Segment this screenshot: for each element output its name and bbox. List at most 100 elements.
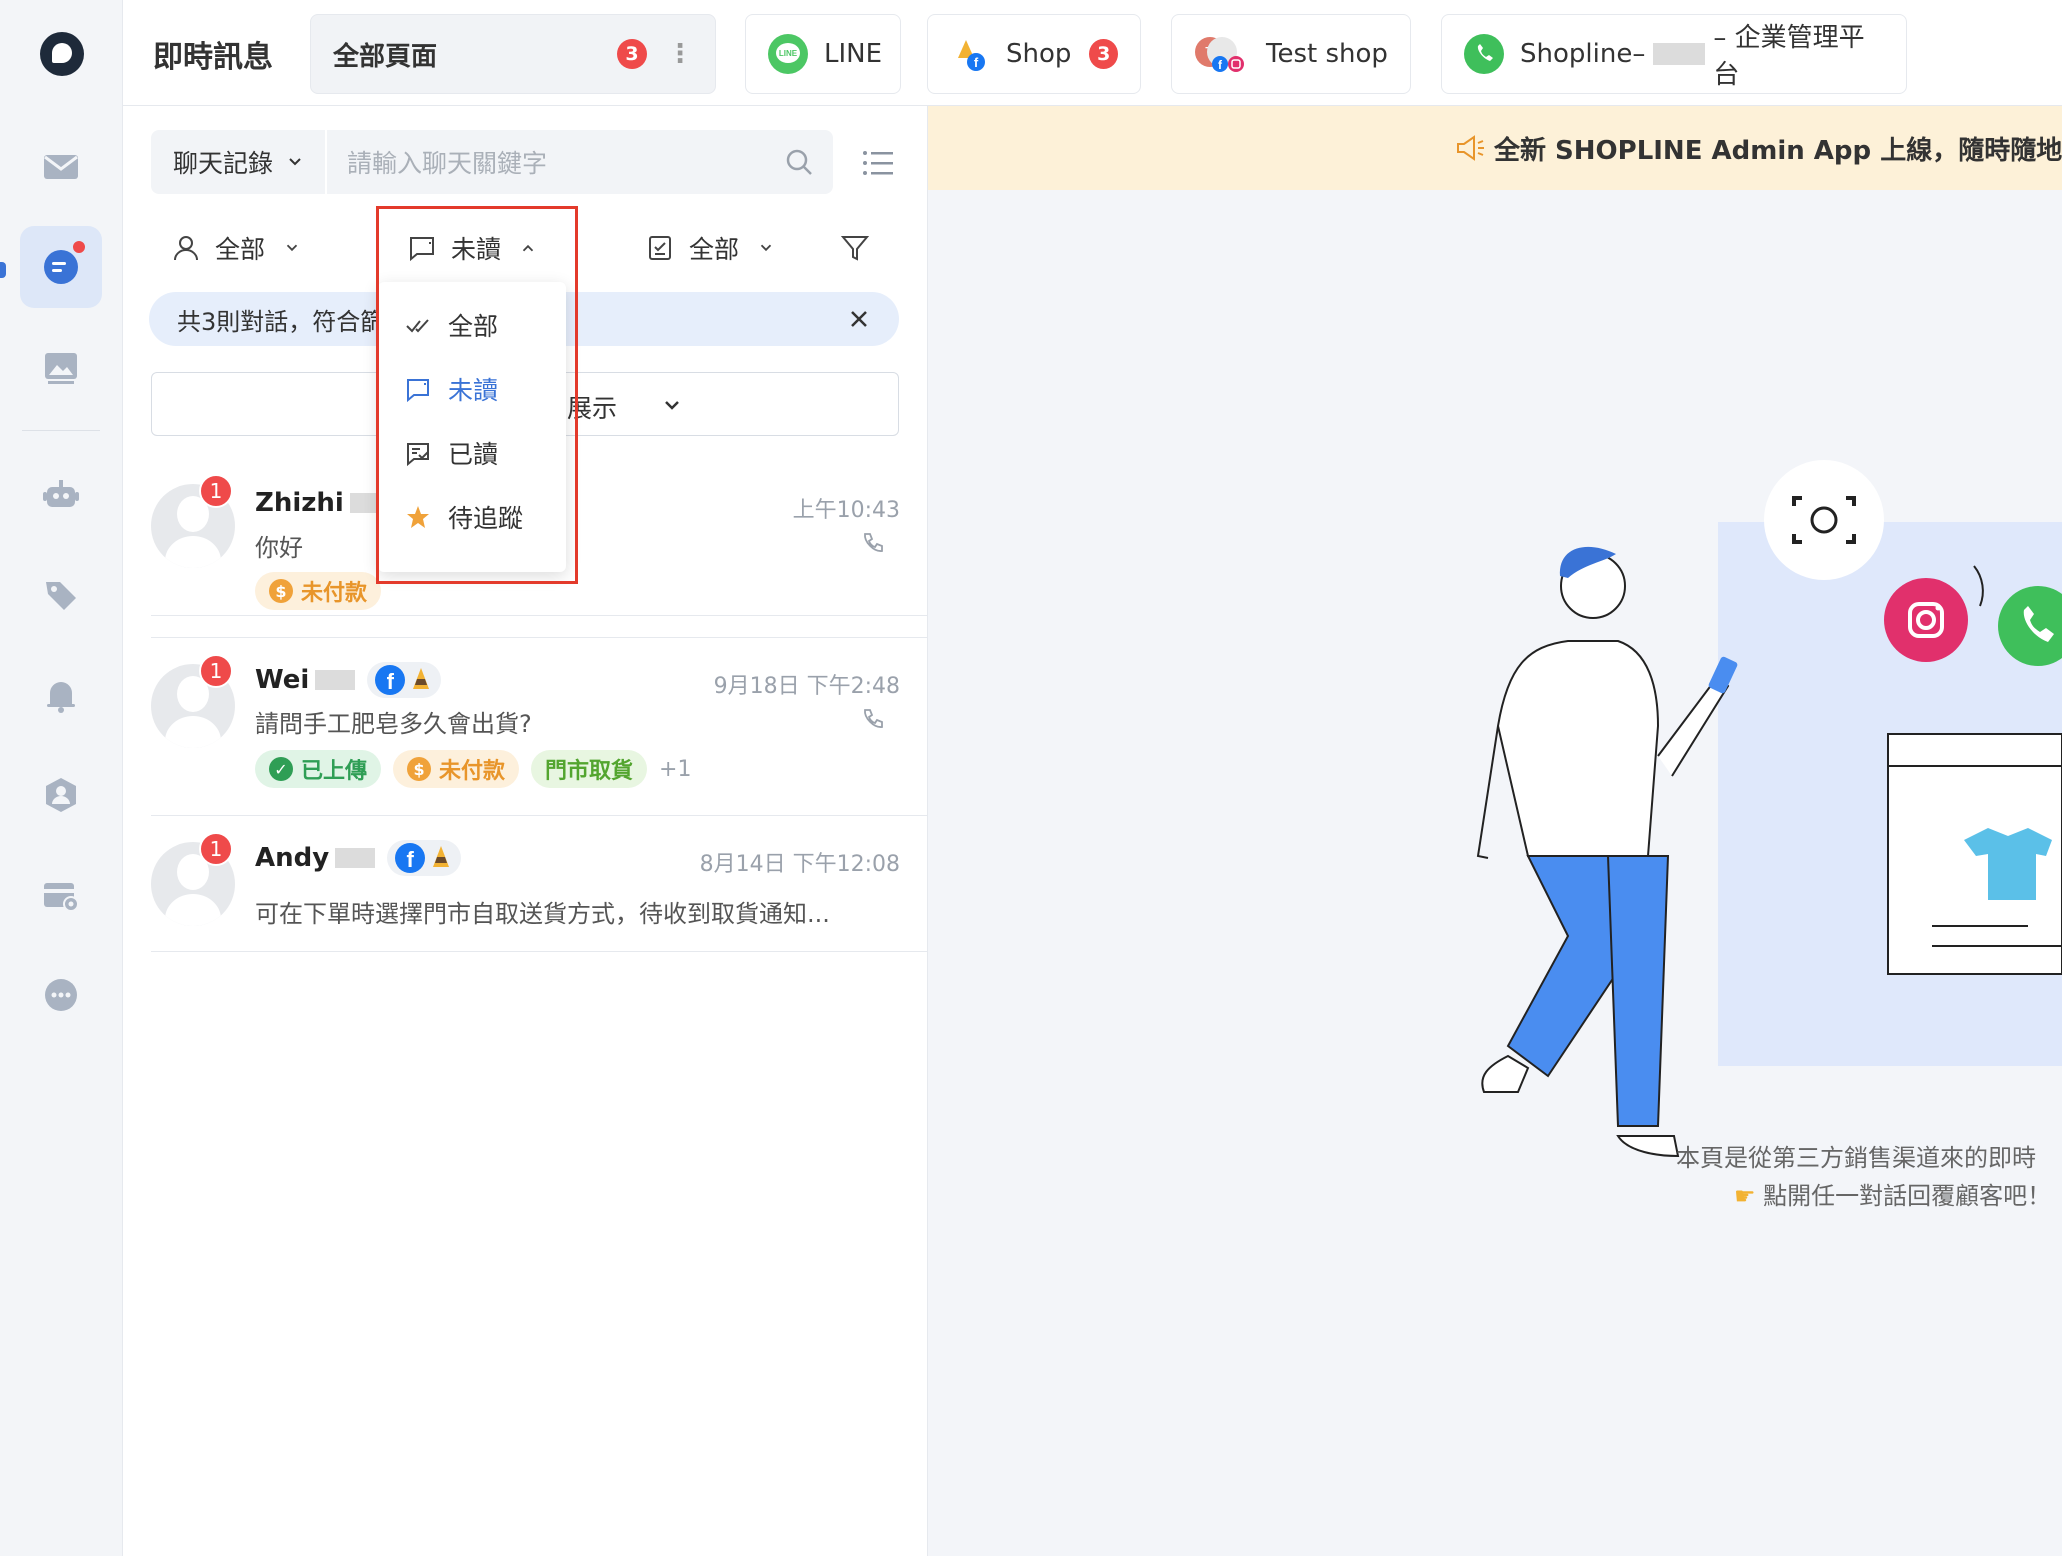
rail-media-icon[interactable] (20, 326, 102, 408)
search-bar: 聊天記錄 請輸入聊天關鍵字 (151, 130, 833, 194)
dollar-icon: $ (269, 579, 293, 603)
rail-divider (22, 430, 100, 431)
assignee-filter[interactable]: 全部 (171, 218, 315, 278)
chevron-down-icon (760, 244, 772, 252)
shop-channel-icon (433, 846, 450, 867)
check-icon: ✓ (269, 757, 293, 781)
channel-icons: f (387, 840, 462, 876)
redacted-block (1653, 43, 1706, 65)
rail-tag-icon[interactable] (20, 554, 102, 636)
search-scope-select[interactable]: 聊天記錄 (151, 130, 327, 194)
contact-name: Andy (255, 843, 330, 873)
shop-channel-icon (413, 668, 430, 689)
rail-more-icon[interactable] (20, 954, 102, 1036)
conversation-name: Zhizhi (255, 488, 390, 518)
filter-summary-text: 共3則對話，符合篩 (177, 307, 385, 336)
filter-row: 全部 未讀 全部 (151, 218, 911, 278)
search-scope-label: 聊天記錄 (173, 149, 274, 178)
tab-test-shop[interactable]: Tf Test shop (1171, 14, 1411, 94)
dropdown-option-read[interactable]: 已讀 (404, 428, 498, 478)
dropdown-option-unread[interactable]: 未讀 (404, 364, 498, 414)
line-icon: LINE (768, 34, 808, 74)
tab-label: Shop (1006, 39, 1072, 69)
svg-text:LINE: LINE (779, 49, 798, 58)
rail-contacts-icon[interactable] (20, 754, 102, 836)
test-shop-avatar-icon: Tf (1194, 34, 1250, 74)
message-icon (410, 237, 434, 262)
tab-label: LINE (824, 39, 883, 69)
tab-label-suffix: – 企業管理平台 (1713, 23, 1865, 90)
conversation-preview: 請問手工肥皂多久會出貨? (255, 710, 532, 738)
phone-icon (864, 533, 883, 552)
tag-list: ✓ 已上傳 $ 未付款 門市取貨 +1 (255, 750, 691, 788)
read-state-filter[interactable]: 未讀 (407, 218, 551, 278)
conversation-detail-panel: 全新 SHOPLINE Admin App 上線，隨時隨地收發訊 本頁是從第三方… (928, 106, 2062, 1556)
conversation-name: Andy f (255, 840, 462, 876)
tag-list: $ 未付款 (255, 572, 382, 610)
top-header: 即時訊息 全部頁面 3 ⋮ LINE LINE f Shop 3 Tf Test… (123, 0, 2062, 106)
conversation-time: 上午10:43 (792, 498, 900, 523)
dropdown-option-all[interactable]: 全部 (404, 300, 498, 350)
tag-unpaid: $ 未付款 (393, 750, 520, 788)
conversation-item[interactable]: 1 Andy f 8月14日 下午12:08 可在下單時選擇門市自取送貨方式，待… (151, 816, 928, 952)
megaphone-icon (1457, 135, 1484, 161)
tab-unread-badge: 3 (1089, 39, 1118, 69)
conversation-preview: 可在下單時選擇門市自取送貨方式，待收到取貨通知... (255, 900, 830, 928)
contact-name: Zhizhi (255, 488, 344, 518)
rail-bot-icon[interactable] (20, 454, 102, 536)
display-mode-label: 展示 (567, 394, 618, 423)
chevron-down-icon (286, 244, 298, 252)
search-icon[interactable] (783, 146, 815, 178)
tab-all-pages[interactable]: 全部頁面 3 ⋮ (310, 14, 716, 94)
rail-mail-icon[interactable] (20, 126, 102, 208)
tab-label: Test shop (1266, 39, 1388, 69)
announcement-banner[interactable]: 全新 SHOPLINE Admin App 上線，隨時隨地收發訊 (928, 106, 2062, 190)
close-icon[interactable] (847, 307, 871, 331)
dropdown-option-follow-up[interactable]: 待追蹤 (404, 492, 523, 542)
empty-state-line-1: 本頁是從第三方銷售渠道來的即時 (1676, 1144, 2036, 1172)
tag-label: 未付款 (301, 581, 368, 606)
tab-label: 全部頁面 (333, 41, 438, 72)
double-check-icon (406, 319, 429, 333)
conversation-time: 9月18日 下午2:48 (713, 674, 900, 699)
active-indicator (0, 262, 6, 278)
kebab-menu-icon[interactable]: ⋮ (667, 39, 693, 69)
phone-icon (864, 709, 883, 728)
whatsapp-icon (1464, 34, 1504, 74)
dropdown-option-label: 全部 (448, 312, 499, 341)
unread-count-badge: 1 (199, 474, 233, 508)
read-state-dropdown: 全部 未讀 已讀 待追蹤 (378, 282, 566, 572)
tab-unread-badge: 3 (617, 39, 647, 69)
task-filter-label: 全部 (689, 235, 740, 264)
svg-text:f: f (974, 55, 979, 70)
app-logo-icon[interactable] (40, 32, 84, 76)
rail-bell-icon[interactable] (20, 654, 102, 736)
empty-state-line-2: ☛ 點開任一對話回覆顧客吧！ (1734, 1176, 2051, 1211)
dollar-icon: $ (407, 757, 432, 781)
task-filter[interactable]: 全部 (645, 218, 789, 278)
redacted-block (335, 848, 376, 868)
list-view-icon[interactable] (861, 146, 895, 180)
tag-uploaded: ✓ 已上傳 (255, 750, 382, 788)
search-input[interactable]: 請輸入聊天關鍵字 (327, 144, 833, 180)
rail-chat-icon[interactable] (20, 226, 102, 308)
filter-funnel-icon[interactable] (839, 232, 871, 264)
conversation-preview: 你好 (255, 534, 303, 562)
announcement-text: 全新 SHOPLINE Admin App 上線，隨時隨地收發訊 (1494, 136, 2062, 166)
rail-settings-card-icon[interactable] (20, 854, 102, 936)
chevron-up-icon (522, 244, 534, 252)
page-title: 即時訊息 (153, 40, 273, 75)
tab-line[interactable]: LINE LINE (745, 14, 901, 94)
tab-shopline-platform[interactable]: Shopline– – 企業管理平台 (1441, 14, 1907, 94)
shop-channel-icon: f (950, 34, 990, 74)
facebook-icon: f (395, 843, 426, 873)
notification-dot (70, 238, 88, 256)
conversation-item[interactable]: 1 Wei f 9月18日 下午2:48 請問手工肥皂多久會出貨? ✓ 已上傳 $… (151, 638, 928, 816)
user-icon (174, 236, 198, 261)
star-icon (407, 506, 429, 528)
chevron-down-icon (665, 401, 679, 410)
redacted-block (315, 670, 356, 690)
tab-shop[interactable]: f Shop 3 (927, 14, 1141, 94)
facebook-icon: f (375, 665, 406, 695)
tag-label: 未付款 (439, 759, 506, 784)
